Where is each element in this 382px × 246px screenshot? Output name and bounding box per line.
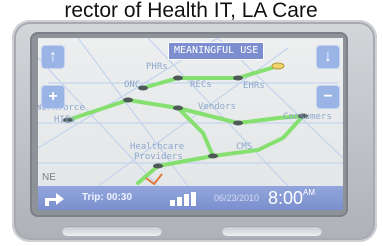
right-slot — [222, 226, 322, 236]
map-label-healthcare: Healthcare — [130, 142, 185, 152]
map-label-phrs: PHRs — [146, 62, 168, 72]
map-label-hies: HIEs — [54, 115, 76, 125]
map-label-vendors: Vendors — [198, 102, 236, 112]
zoom-out-button[interactable]: − — [317, 86, 339, 108]
clock-readout: 8:00AM — [268, 186, 315, 210]
date-readout: 06/23/2010 — [214, 193, 260, 203]
gps-screen: MEANINGFUL USE PHRs ONC RECs EHRs Workfo… — [38, 38, 343, 210]
clock-time: 8:00 — [268, 188, 304, 208]
map-label-consumers: Consumers — [283, 112, 332, 122]
map-roads — [38, 38, 343, 187]
map-label-recs: RECs — [190, 80, 212, 90]
trip-time: Trip: 00:30 — [82, 192, 133, 203]
map-label-onc: ONC — [124, 80, 141, 90]
left-slot — [62, 226, 162, 236]
clock-ampm: AM — [303, 188, 316, 197]
status-bar: Trip: 00:30 06/23/2010 8:00AM — [38, 186, 343, 210]
map-label-ehrs: EHRs — [243, 81, 265, 91]
map-label-providers: Providers — [134, 152, 183, 162]
route-path — [66, 64, 305, 185]
scroll-down-button[interactable]: ↓ — [317, 46, 339, 68]
scroll-up-button[interactable]: ↑ — [42, 46, 64, 68]
destination-marker — [271, 62, 285, 70]
compass-direction: NE — [42, 172, 56, 183]
map-label-cms: CMS — [236, 142, 253, 152]
signal-strength-icon — [170, 192, 202, 206]
zoom-in-button[interactable]: + — [42, 86, 64, 108]
destination-banner: MEANINGFUL USE — [168, 42, 265, 60]
turn-right-icon — [45, 193, 64, 206]
